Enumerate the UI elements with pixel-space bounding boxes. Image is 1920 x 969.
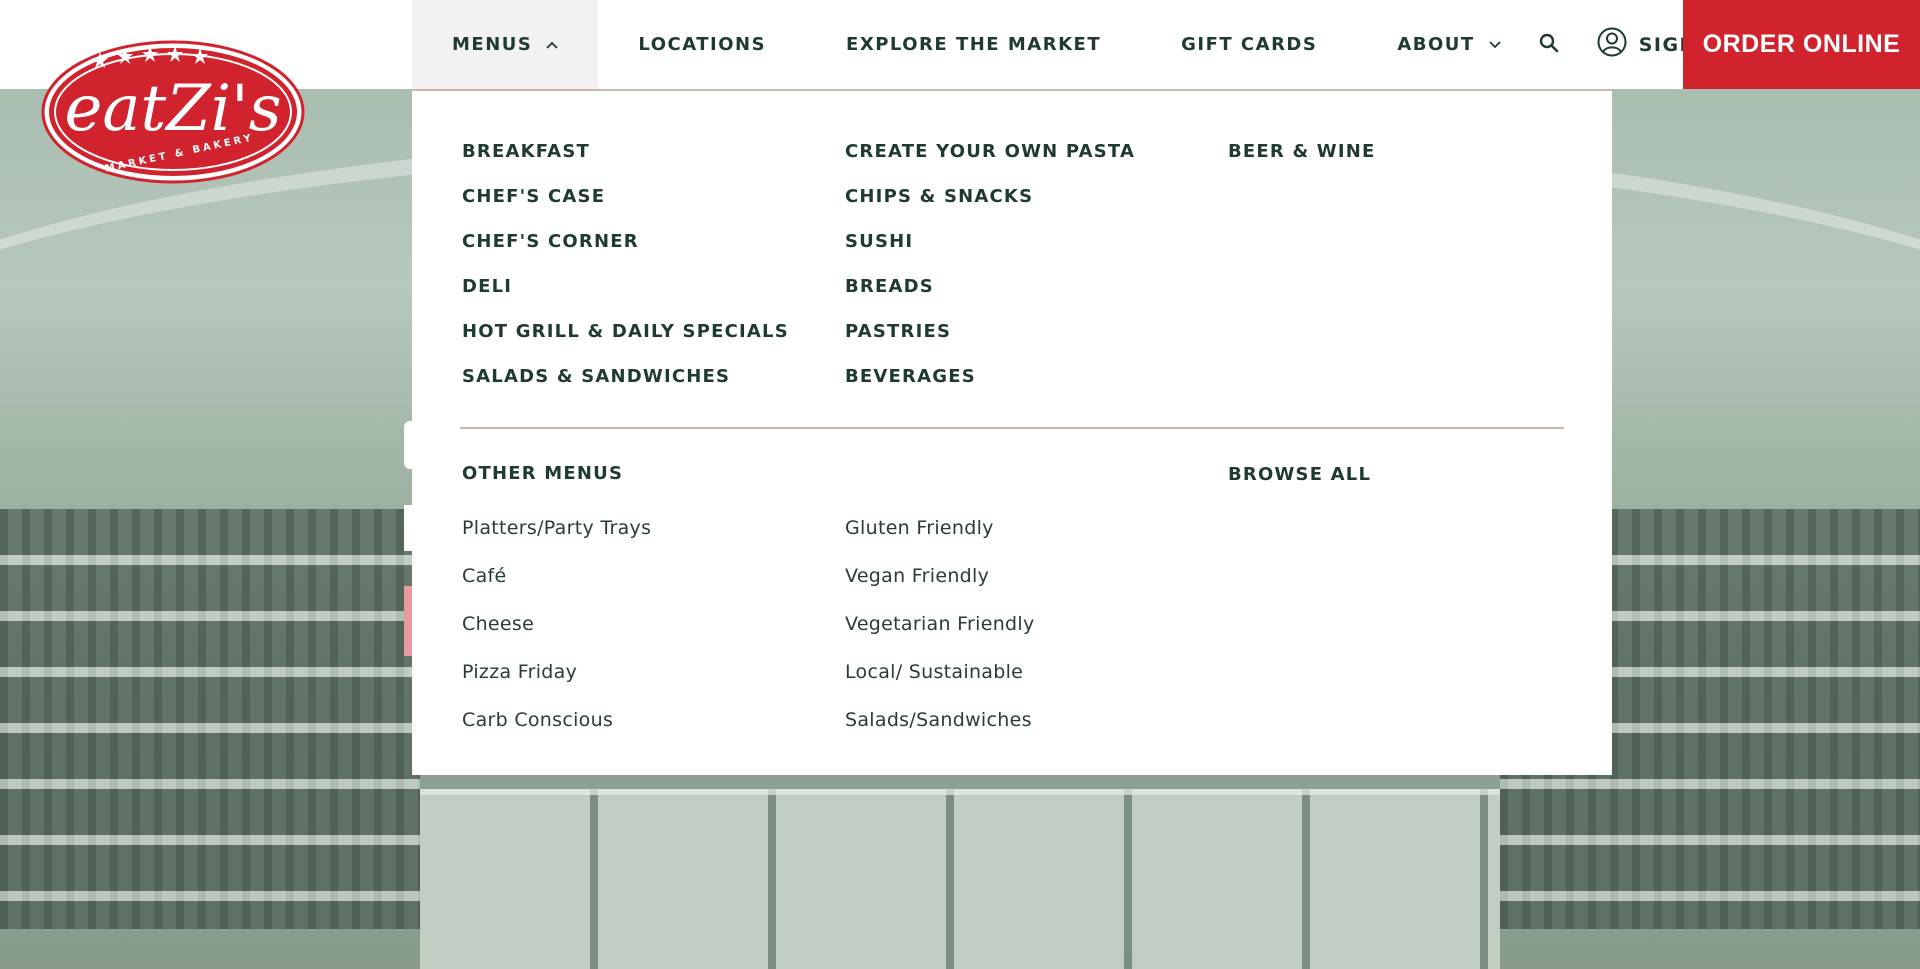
chevron-down-icon [1489, 37, 1501, 53]
other-menus-heading: OTHER MENUS [462, 463, 624, 484]
search-button[interactable] [1525, 0, 1573, 89]
browse-all-link[interactable]: BROWSE ALL [1228, 464, 1371, 485]
other-menu-vegetarian-friendly[interactable]: Vegetarian Friendly [845, 600, 1035, 648]
wine-crates [420, 789, 1500, 969]
menu-category-beverages[interactable]: BEVERAGES [845, 354, 1135, 399]
menu-category-column-2: CREATE YOUR OWN PASTA CHIPS & SNACKS SUS… [845, 129, 1135, 399]
other-menu-vegan-friendly[interactable]: Vegan Friendly [845, 552, 1035, 600]
main-nav: MENUS LOCATIONS EXPLORE THE MARKET GIFT … [412, 0, 1755, 89]
menu-category-chips-snacks[interactable]: CHIPS & SNACKS [845, 174, 1135, 219]
other-menu-cafe[interactable]: Café [462, 552, 651, 600]
menu-category-breads[interactable]: BREADS [845, 264, 1135, 309]
menus-mega-dropdown: BREAKFAST CHEF'S CASE CHEF'S CORNER DELI… [412, 89, 1612, 775]
nav-about-label: ABOUT [1397, 34, 1475, 55]
chevron-up-icon [546, 37, 558, 53]
menu-category-create-your-own-pasta[interactable]: CREATE YOUR OWN PASTA [845, 129, 1135, 174]
menu-category-chefs-corner[interactable]: CHEF'S CORNER [462, 219, 789, 264]
other-menu-gluten-friendly[interactable]: Gluten Friendly [845, 504, 1035, 552]
menu-category-column-3: BEER & WINE [1228, 129, 1376, 174]
menu-category-beer-wine[interactable]: BEER & WINE [1228, 129, 1376, 174]
other-menus-column-1: Platters/Party Trays Café Cheese Pizza F… [462, 504, 651, 744]
menu-category-salads-sandwiches[interactable]: SALADS & SANDWICHES [462, 354, 789, 399]
search-icon [1539, 33, 1559, 57]
menu-category-hot-grill[interactable]: HOT GRILL & DAILY SPECIALS [462, 309, 789, 354]
menu-category-sushi[interactable]: SUSHI [845, 219, 1135, 264]
nav-menus-label: MENUS [452, 34, 533, 55]
other-menus-column-2: Gluten Friendly Vegan Friendly Vegetaria… [845, 504, 1035, 744]
user-circle-icon [1597, 27, 1639, 62]
menu-category-breakfast[interactable]: BREAKFAST [462, 129, 789, 174]
order-online-button[interactable]: ORDER ONLINE [1683, 0, 1920, 89]
other-menu-carb-conscious[interactable]: Carb Conscious [462, 696, 651, 744]
other-menu-local-sustainable[interactable]: Local/ Sustainable [845, 648, 1035, 696]
menu-category-pastries[interactable]: PASTRIES [845, 309, 1135, 354]
other-menu-cheese[interactable]: Cheese [462, 600, 651, 648]
nav-locations[interactable]: LOCATIONS [598, 0, 806, 89]
other-menu-pizza-friday[interactable]: Pizza Friday [462, 648, 651, 696]
other-menu-salads-sandwiches[interactable]: Salads/Sandwiches [845, 696, 1035, 744]
nav-menus[interactable]: MENUS [412, 0, 599, 89]
nav-gift-cards[interactable]: GIFT CARDS [1141, 0, 1357, 89]
menu-category-chefs-case[interactable]: CHEF'S CASE [462, 174, 789, 219]
nav-about[interactable]: ABOUT [1357, 0, 1524, 89]
dropdown-divider [460, 427, 1564, 429]
menu-category-deli[interactable]: DELI [462, 264, 789, 309]
other-menu-platters[interactable]: Platters/Party Trays [462, 504, 651, 552]
menu-category-column-1: BREAKFAST CHEF'S CASE CHEF'S CORNER DELI… [462, 129, 789, 399]
wine-shelf-left [0, 509, 420, 929]
nav-explore-the-market[interactable]: EXPLORE THE MARKET [806, 0, 1141, 89]
eatzis-logo[interactable]: eatZi's MARKET & BAKERY [40, 38, 306, 186]
